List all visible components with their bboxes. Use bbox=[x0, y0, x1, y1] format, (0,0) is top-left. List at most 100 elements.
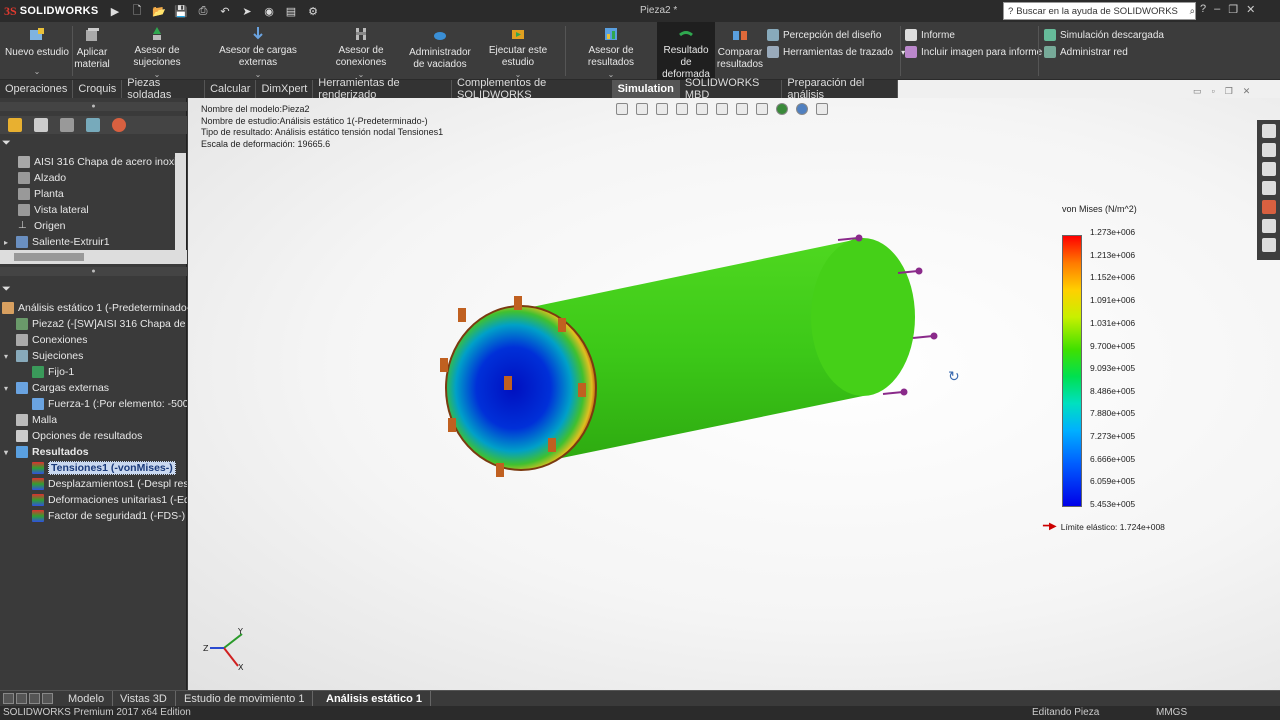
tree-item-displacement-result[interactable]: Desplazamientos1 (-Despl res-) bbox=[32, 476, 187, 492]
viewport-close-icon[interactable]: ✕ bbox=[1243, 86, 1251, 97]
tree-item-results[interactable]: ▾ Resultados bbox=[4, 444, 89, 460]
section-view-icon[interactable] bbox=[676, 103, 688, 115]
collapse-arrow-icon[interactable]: ▾ bbox=[4, 352, 12, 361]
tab-3d-views[interactable]: Vistas 3D bbox=[112, 691, 176, 707]
solidworks-logo[interactable]: 3S SOLIDWORKS bbox=[4, 2, 102, 20]
search-icon[interactable]: ⌕ bbox=[1190, 6, 1195, 17]
offloaded-simulation-button[interactable]: Simulación descargada bbox=[1044, 27, 1164, 43]
solidworks-resources-icon[interactable] bbox=[1261, 124, 1276, 138]
include-image-button[interactable]: Incluir imagen para informe bbox=[905, 44, 1042, 60]
close-icon[interactable]: ✕ bbox=[1246, 3, 1255, 16]
file-explorer-icon[interactable] bbox=[1261, 162, 1276, 176]
new-file-icon[interactable]: 🗋 bbox=[130, 4, 144, 18]
tree-item-stress-result[interactable]: Tensiones1 (-vonMises-) bbox=[32, 460, 176, 476]
panel-splitter[interactable]: ● bbox=[0, 102, 187, 111]
appearances-icon[interactable] bbox=[1261, 200, 1276, 214]
tab-croquis[interactable]: Croquis bbox=[73, 80, 123, 98]
viewport-restore-icon[interactable]: ❐ bbox=[1225, 86, 1233, 97]
collapse-arrow-icon[interactable]: ▾ bbox=[4, 448, 12, 457]
viewport-minimize-icon[interactable]: ▫ bbox=[1212, 86, 1215, 97]
property-manager-icon[interactable] bbox=[34, 118, 48, 132]
results-advisor-button[interactable]: Asesor de resultados ⌄ bbox=[566, 22, 656, 80]
view-palette-icon[interactable] bbox=[1261, 181, 1276, 195]
tree-item-top-plane[interactable]: Planta bbox=[18, 186, 64, 202]
chevron-down-icon[interactable]: ⌄ bbox=[34, 66, 41, 78]
display-style-icon[interactable] bbox=[736, 103, 748, 115]
print-icon[interactable]: ⎙ bbox=[196, 4, 210, 18]
shell-manager-button[interactable]: Administrador de vaciados bbox=[409, 22, 471, 80]
tree-item-fixtures[interactable]: ▾ Sujeciones bbox=[4, 348, 83, 364]
custom-properties-icon[interactable] bbox=[1261, 219, 1276, 233]
report-button[interactable]: Informe bbox=[905, 27, 955, 43]
solidworks-forum-icon[interactable] bbox=[1261, 238, 1276, 252]
tree-item-material[interactable]: AISI 316 Chapa de acero inoxida bbox=[18, 154, 175, 170]
tab-render-tools[interactable]: Herramientas de renderizado bbox=[313, 77, 452, 101]
tree-item-fos-result[interactable]: Factor de seguridad1 (-FDS-) bbox=[32, 508, 185, 524]
scrollbar-thumb[interactable] bbox=[14, 253, 84, 261]
plot-tools-button[interactable]: Herramientas de trazado ▾ bbox=[767, 44, 905, 60]
restore-icon[interactable]: ❐ bbox=[1228, 3, 1238, 16]
tab-simulation[interactable]: Simulation bbox=[612, 80, 680, 98]
design-library-icon[interactable] bbox=[1261, 143, 1276, 157]
connections-advisor-button[interactable]: Asesor de conexiones ⌄ bbox=[315, 22, 407, 80]
tree-item-external-loads[interactable]: ▾ Cargas externas bbox=[4, 380, 109, 396]
dynamic-annotation-icon[interactable] bbox=[696, 103, 708, 115]
tab-motion-study[interactable]: Estudio de movimiento 1 bbox=[176, 691, 314, 707]
tree-item-front-plane[interactable]: Alzado bbox=[18, 170, 66, 186]
file-properties-icon[interactable]: ▤ bbox=[284, 4, 298, 18]
tree-item-fixed-1[interactable]: Fijo-1 bbox=[32, 364, 74, 380]
configuration-manager-icon[interactable] bbox=[60, 118, 74, 132]
new-study-button[interactable]: Nuevo estudio ⌄ bbox=[4, 22, 70, 80]
tree-item-mesh[interactable]: Malla bbox=[16, 412, 57, 428]
tree-item-force-1[interactable]: Fuerza-1 (:Por elemento: -500 N bbox=[32, 396, 187, 412]
zoom-to-fit-icon[interactable] bbox=[616, 103, 628, 115]
display-manager-icon[interactable] bbox=[112, 118, 126, 132]
collapse-arrow-icon[interactable]: ▾ bbox=[4, 384, 12, 393]
tab-operaciones[interactable]: Operaciones bbox=[0, 80, 74, 98]
tab-static-analysis[interactable]: Análisis estático 1 bbox=[318, 691, 431, 707]
tree-item-strain-result[interactable]: Deformaciones unitarias1 (-Equ bbox=[32, 492, 187, 508]
options-gear-icon[interactable]: ⚙ bbox=[306, 4, 320, 18]
design-insight-button[interactable]: Percepción del diseño bbox=[767, 27, 881, 43]
hide-show-items-icon[interactable] bbox=[756, 103, 768, 115]
tab-calcular[interactable]: Calcular bbox=[205, 80, 257, 98]
tree-item-extrude[interactable]: ▸ Saliente-Extruir1 bbox=[4, 234, 110, 250]
previous-view-icon[interactable] bbox=[656, 103, 668, 115]
traffic-light-icon[interactable]: ◉ bbox=[262, 4, 276, 18]
undo-icon[interactable]: ↶ bbox=[218, 4, 232, 18]
first-tab-icon[interactable] bbox=[3, 693, 14, 704]
prev-tab-icon[interactable] bbox=[16, 693, 27, 704]
view-settings-icon[interactable] bbox=[816, 103, 828, 115]
graphics-area[interactable]: Nombre del modelo:Pieza2 Nombre de estud… bbox=[188, 86, 1280, 690]
tree-item-connections[interactable]: Conexiones bbox=[16, 332, 87, 348]
manage-network-button[interactable]: Administrar red bbox=[1044, 44, 1128, 60]
panel-splitter[interactable]: ● bbox=[0, 267, 187, 276]
tab-analysis-prep[interactable]: Preparación del análisis bbox=[782, 77, 899, 101]
next-tab-icon[interactable] bbox=[29, 693, 40, 704]
edit-appearance-icon[interactable] bbox=[776, 103, 788, 115]
tree-item-result-options[interactable]: Opciones de resultados bbox=[16, 428, 142, 444]
tab-piezas-soldadas[interactable]: Piezas soldadas bbox=[122, 77, 206, 101]
dimxpert-manager-icon[interactable] bbox=[86, 118, 100, 132]
fixtures-advisor-button[interactable]: Asesor de sujeciones ⌄ bbox=[113, 22, 201, 80]
apply-scene-icon[interactable] bbox=[796, 103, 808, 115]
tree-item-study[interactable]: Análisis estático 1 (-Predeterminado-) bbox=[2, 300, 194, 316]
tab-dimxpert[interactable]: DimXpert bbox=[256, 80, 314, 98]
filter-icon[interactable]: ⏷ bbox=[2, 137, 16, 151]
help-search-input[interactable]: ? Buscar en la ayuda de SOLIDWORKS ⌕ bbox=[1003, 2, 1196, 20]
external-loads-advisor-button[interactable]: Asesor de cargas externas ⌄ bbox=[203, 22, 313, 80]
zoom-area-icon[interactable] bbox=[636, 103, 648, 115]
feature-manager-icon[interactable] bbox=[8, 118, 22, 132]
color-legend-bar[interactable] bbox=[1062, 235, 1082, 507]
help-menu-icon[interactable]: ? bbox=[1200, 3, 1206, 16]
view-orientation-icon[interactable] bbox=[716, 103, 728, 115]
compare-results-button[interactable]: Comparar resultados bbox=[716, 22, 764, 80]
stress-plot-model[interactable] bbox=[418, 228, 978, 498]
tab-addins[interactable]: Complementos de SOLIDWORKS bbox=[452, 77, 613, 101]
tree-vertical-scrollbar[interactable] bbox=[175, 153, 186, 250]
run-study-button[interactable]: Ejecutar este estudio ⌄ bbox=[473, 22, 563, 80]
split-view-icon[interactable]: ▭ bbox=[1193, 86, 1202, 97]
filter-icon[interactable]: ⏷ bbox=[2, 283, 16, 297]
tree-horizontal-scrollbar[interactable] bbox=[0, 250, 187, 264]
deformed-result-button[interactable]: Resultado de deformada bbox=[657, 22, 715, 80]
